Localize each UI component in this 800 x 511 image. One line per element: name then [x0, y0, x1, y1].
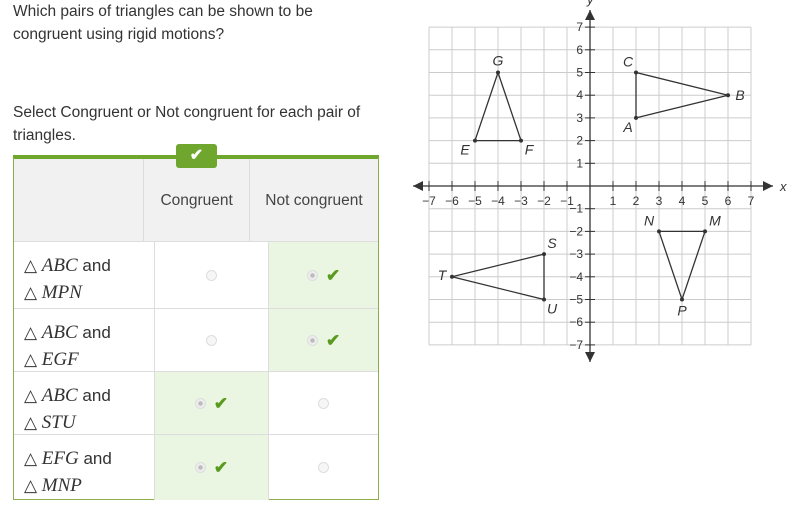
x-tick-label: 5: [702, 194, 709, 208]
vertex-point: [634, 115, 638, 120]
radio-button[interactable]: [307, 335, 319, 346]
check-icon: ✔: [326, 265, 341, 285]
vertex-label: T: [438, 267, 448, 283]
x-tick-label: 1: [610, 194, 617, 208]
option-congruent[interactable]: ✔: [154, 372, 270, 435]
vertex-point: [726, 93, 730, 98]
header-not-congruent: Not congruent: [249, 159, 378, 241]
x-tick-label: 3: [656, 194, 663, 208]
vertex-label: B: [735, 87, 744, 103]
option-not-congruent[interactable]: ✔: [269, 242, 378, 309]
vertex-point: [680, 297, 684, 302]
radio-button[interactable]: [318, 462, 330, 473]
radio-button[interactable]: [194, 462, 206, 473]
check-icon: ✔: [213, 457, 229, 477]
pair-label: △ ABC and △ EGF: [14, 309, 155, 372]
y-tick-label: −5: [569, 293, 583, 307]
vertex-point: [519, 138, 523, 143]
x-tick-label: −2: [537, 194, 551, 208]
pair-label: △ EFG and △ MNP: [14, 435, 155, 500]
y-tick-label: 5: [576, 66, 583, 80]
radio-button[interactable]: [194, 398, 206, 409]
vertex-label: E: [460, 142, 470, 158]
option-not-congruent[interactable]: [269, 372, 378, 435]
y-tick-label: 1: [576, 156, 583, 170]
y-tick-label: −7: [569, 338, 583, 352]
y-tick-label: 7: [576, 20, 583, 34]
x-tick-label: −3: [514, 194, 528, 208]
x-tick-label: −7: [422, 194, 436, 208]
vertex-point: [496, 70, 500, 75]
check-icon: ✔: [176, 144, 217, 168]
vertex-label: S: [547, 235, 557, 251]
vertex-label: C: [623, 54, 634, 70]
vertex-point: [542, 297, 546, 302]
x-tick-label: 4: [679, 194, 686, 208]
x-tick-label: 2: [633, 194, 640, 208]
question-text: Which pairs of triangles can be shown to…: [13, 3, 313, 43]
check-icon: ✔: [213, 393, 229, 413]
vertex-label: F: [525, 142, 535, 158]
table-row: △ EFG and △ MNP ✔: [14, 434, 378, 500]
vertex-label: G: [493, 53, 504, 69]
vertex-point: [473, 138, 477, 143]
y-tick-label: 2: [576, 134, 583, 148]
instruction-text: Select Congruent or Not congruent for ea…: [13, 104, 361, 144]
pair-label: △ ABC and △ STU: [14, 372, 155, 435]
y-tick-label: 3: [576, 111, 583, 125]
x-tick-label: 7: [748, 194, 755, 208]
x-axis-label: x: [779, 179, 787, 194]
table-row: △ ABC and △ MPN ✔: [14, 241, 378, 309]
table-row: △ ABC and △ EGF ✔: [14, 308, 378, 372]
answer-table: Congruent Not congruent △ ABC and △ MPN ✔ △…: [13, 155, 379, 500]
vertex-point: [542, 252, 546, 257]
radio-button[interactable]: [205, 335, 217, 346]
y-tick-label: −6: [569, 315, 583, 329]
vertex-label: M: [709, 212, 721, 228]
radio-button[interactable]: [318, 398, 330, 409]
vertex-label: P: [677, 303, 687, 319]
vertex-label: N: [644, 212, 655, 228]
radio-button[interactable]: [307, 270, 319, 281]
vertex-point: [657, 229, 661, 234]
table-header: Congruent Not congruent: [14, 159, 378, 241]
x-tick-label: −6: [445, 194, 459, 208]
option-congruent[interactable]: ✔: [154, 435, 270, 500]
header-congruent: Congruent: [144, 159, 250, 241]
y-tick-label: 4: [576, 88, 583, 102]
option-congruent[interactable]: [155, 309, 270, 372]
option-not-congruent[interactable]: ✔: [269, 309, 378, 372]
pair-label: △ ABC and △ MPN: [14, 242, 155, 309]
table-row: △ ABC and △ STU ✔: [14, 371, 378, 435]
x-tick-label: 6: [725, 194, 732, 208]
x-tick-label: −4: [491, 194, 505, 208]
y-axis-label: y: [586, 0, 595, 7]
option-not-congruent[interactable]: [269, 435, 378, 500]
y-tick-label: −3: [569, 247, 583, 261]
y-tick-label: −4: [569, 270, 583, 284]
coordinate-plane: xy−7−6−5−4−3−2−11234567−7−6−5−4−3−2−1123…: [413, 0, 787, 362]
y-tick-label: −2: [569, 224, 583, 238]
vertex-point: [703, 229, 707, 234]
vertex-point: [450, 274, 454, 279]
vertex-point: [634, 70, 638, 75]
vertex-label: A: [622, 119, 632, 135]
radio-button[interactable]: [205, 270, 217, 281]
check-icon: ✔: [326, 330, 341, 350]
y-tick-label: −1: [569, 202, 583, 216]
y-tick-label: 6: [576, 43, 583, 57]
vertex-label: U: [547, 301, 558, 317]
x-tick-label: −5: [468, 194, 482, 208]
option-congruent[interactable]: [155, 242, 270, 309]
